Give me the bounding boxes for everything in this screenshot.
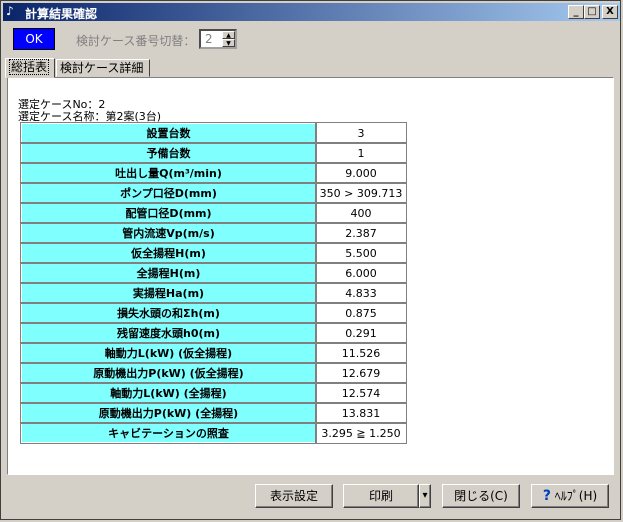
row-label: 予備台数 [20,142,317,164]
tab-strip: 総括表 検討ケース詳細 [3,58,620,78]
table-row: 配管口径D(mm) 400 [20,202,407,224]
close-window-button[interactable]: X [602,5,618,19]
table-row: 原動機出力P(kW) (全揚程) 13.831 [20,402,407,424]
tab-summary[interactable]: 総括表 [5,58,55,78]
case-switch-label: 検討ケース番号切替： [76,34,196,48]
row-value: 1 [315,142,407,164]
maximize-button[interactable]: □ [584,5,600,19]
results-table: 設置台数 3 予備台数 1 吐出し量Q(m³/min) 9.000 ポンプ口径D(mm) 35… [20,122,407,444]
row-value: 2.387 [315,222,407,244]
row-label: 実揚程Ha(m) [20,282,317,304]
row-label: 全揚程H(m) [20,262,317,284]
row-label: ポンプ口径D(mm) [20,182,317,204]
row-label: 残留速度水頭h0(m) [20,322,317,344]
title-bar[interactable]: ♪ 計算結果確認 _ □ X [3,3,620,21]
summary-panel: 選定ケースNo：2 選定ケース名称：第2案(3台) 設置台数 3 予備台数 1 吐出し量… [7,77,614,475]
spin-up-icon[interactable]: ▲ [222,31,235,39]
display-settings-button[interactable]: 表示設定 [255,484,333,508]
table-row: キャビテーションの照査 3.295 ≧ 1.250 [20,422,407,444]
close-button[interactable]: 閉じる(C) [442,484,520,508]
table-row: 管内流速Vp(m/s) 2.387 [20,222,407,244]
table-row: 仮全揚程H(m) 5.500 [20,242,407,264]
button-bar: 表示設定 印刷 ▾ 閉じる(C) ? ﾍﾙﾌﾟ(H) [3,479,620,519]
print-dropdown-icon[interactable]: ▾ [419,484,431,508]
row-label: 管内流速Vp(m/s) [20,222,317,244]
tab-case-details[interactable]: 検討ケース詳細 [56,59,150,77]
row-label: 軸動力L(kW) (仮全揚程) [20,342,317,364]
row-value: 0.291 [315,322,407,344]
row-label: 軸動力L(kW) (全揚程) [20,382,317,404]
row-label: 配管口径D(mm) [20,202,317,224]
row-label: 原動機出力P(kW) (全揚程) [20,402,317,424]
row-value: 3 [315,122,407,144]
row-value: 400 [315,202,407,224]
case-number-value: 2 [205,32,213,46]
table-row: 全揚程H(m) 6.000 [20,262,407,284]
help-button[interactable]: ? ﾍﾙﾌﾟ(H) [531,484,609,508]
table-row: 軸動力L(kW) (全揚程) 12.574 [20,382,407,404]
table-row: 損失水頭の和Σh(m) 0.875 [20,302,407,324]
spinner-arrows[interactable]: ▲ ▼ [222,31,235,47]
row-value: 12.574 [315,382,407,404]
table-row: 吐出し量Q(m³/min) 9.000 [20,162,407,184]
help-icon: ? [542,488,551,504]
row-value: 0.875 [315,302,407,324]
table-row: 実揚程Ha(m) 4.833 [20,282,407,304]
print-button[interactable]: 印刷 [343,484,419,508]
row-label: 損失水頭の和Σh(m) [20,302,317,324]
row-label: 設置台数 [20,122,317,144]
case-number-spinner[interactable]: 2 ▲ ▼ [199,29,237,49]
app-icon: ♪ [6,4,14,18]
table-row: 軸動力L(kW) (仮全揚程) 11.526 [20,342,407,364]
row-label: 原動機出力P(kW) (仮全揚程) [20,362,317,384]
table-row: 原動機出力P(kW) (仮全揚程) 12.679 [20,362,407,384]
row-value: 11.526 [315,342,407,364]
window-title: 計算結果確認 [25,7,98,21]
table-row: 設置台数 3 [20,122,407,144]
row-value: 5.500 [315,242,407,264]
ok-button[interactable]: OK [13,28,55,50]
spin-down-icon[interactable]: ▼ [222,39,235,47]
row-value: 350 > 309.713 [315,182,407,204]
table-row: ポンプ口径D(mm) 350 > 309.713 [20,182,407,204]
minimize-button[interactable]: _ [568,5,584,19]
table-row: 予備台数 1 [20,142,407,164]
row-label: 吐出し量Q(m³/min) [20,162,317,184]
row-label: 仮全揚程H(m) [20,242,317,264]
row-value: 6.000 [315,262,407,284]
row-value: 12.679 [315,362,407,384]
row-label: キャビテーションの照査 [20,422,317,444]
row-value: 9.000 [315,162,407,184]
row-value: 4.833 [315,282,407,304]
window: ♪ 計算結果確認 _ □ X OK 検討ケース番号切替： 2 ▲ ▼ 総括表 検… [0,0,621,520]
row-value: 3.295 ≧ 1.250 [315,422,407,444]
row-value: 13.831 [315,402,407,424]
help-label: ﾍﾙﾌﾟ(H) [554,489,598,503]
toolbar: OK 検討ケース番号切替： 2 ▲ ▼ [3,23,620,57]
table-row: 残留速度水頭h0(m) 0.291 [20,322,407,344]
